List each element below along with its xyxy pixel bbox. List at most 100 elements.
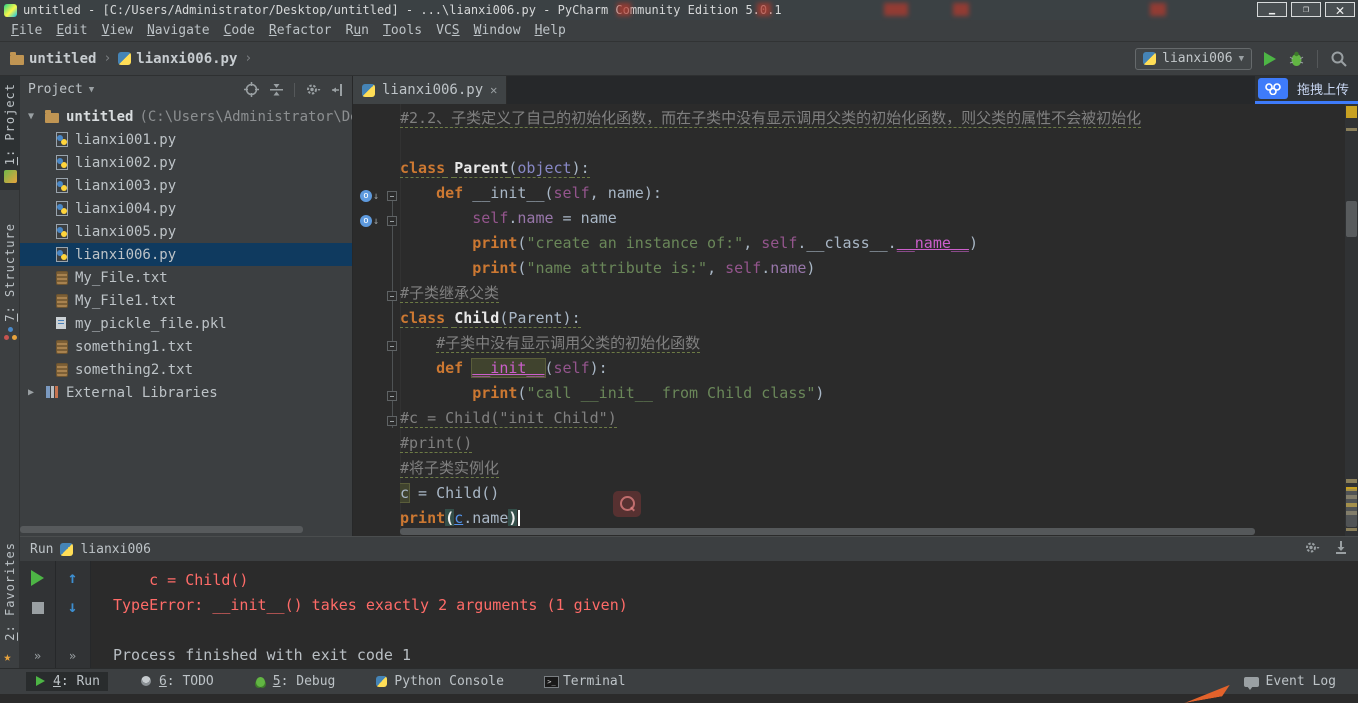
expand-arrow-icon[interactable]: ▼ (28, 111, 39, 122)
code-token[interactable]: print (472, 259, 517, 277)
toolwindow-button[interactable]: 4: Run (26, 672, 108, 691)
stop-button[interactable] (31, 602, 44, 614)
up-stack-trace-icon[interactable]: ↑ (68, 570, 78, 586)
code-token[interactable]: ): (590, 359, 608, 377)
menu-item[interactable]: Run (339, 22, 376, 39)
collapse-arrow-icon[interactable]: ▶ (28, 387, 39, 398)
run-process-name[interactable]: lianxi006 (80, 542, 150, 557)
stripe-mark[interactable] (1346, 479, 1357, 483)
project-panel-title[interactable]: Project (28, 82, 83, 97)
project-root-row[interactable]: ▼ untitled (C:\Users\Administrator\De (20, 105, 352, 128)
rerun-button[interactable] (31, 570, 44, 586)
editor-tab[interactable]: lianxi006.py ✕ (353, 76, 508, 104)
code-token[interactable]: def (436, 184, 463, 202)
more-actions-icon[interactable]: » (69, 649, 76, 663)
code-token[interactable]: class (400, 159, 446, 178)
console-output[interactable]: c = Child() TypeError: __init__() takes … (90, 561, 1358, 668)
more-actions-icon[interactable]: » (34, 649, 41, 663)
code-token[interactable]: self (725, 259, 761, 277)
code-token[interactable]: #c = Child("init Child") (400, 409, 617, 428)
code-token[interactable] (400, 359, 436, 377)
code-line[interactable]: print("name attribute is:", self.name) (400, 256, 1345, 281)
code-area[interactable]: #2.2、子类定义了自己的初始化函数，而在子类中没有显示调用父类的初始化函数，则… (400, 104, 1345, 526)
menu-item[interactable]: Navigate (140, 22, 217, 39)
code-token[interactable]: , name): (590, 184, 662, 202)
code-token[interactable]: , (707, 259, 725, 277)
code-token[interactable]: ) (815, 384, 824, 402)
code-token[interactable]: __init__( (463, 184, 553, 202)
locate-file-icon[interactable] (244, 82, 259, 97)
editor-horizontal-scrollbar[interactable] (400, 528, 1255, 535)
code-token[interactable]: ( (545, 359, 554, 377)
code-token[interactable]: = name (554, 209, 617, 227)
code-line[interactable]: c = Child() (400, 481, 1345, 506)
toolwindow-button[interactable]: Python Console (367, 672, 512, 691)
project-file-row[interactable]: lianxi001.py (20, 128, 352, 151)
code-token[interactable]: #子类继承父类 (400, 284, 500, 303)
code-token[interactable]: ) (969, 234, 978, 252)
code-token[interactable]: "create an instance of:" (526, 234, 743, 252)
code-token[interactable]: .name (463, 509, 508, 526)
code-line[interactable]: #print() (400, 431, 1345, 456)
menu-item[interactable]: Window (467, 22, 528, 39)
down-stack-trace-icon[interactable]: ↓ (68, 599, 78, 615)
code-token[interactable]: ): (571, 159, 590, 178)
code-line[interactable]: def __init__(self): (400, 356, 1345, 381)
code-token[interactable]: name (770, 259, 806, 277)
code-token[interactable]: self (761, 234, 797, 252)
project-file-row[interactable]: lianxi004.py (20, 197, 352, 220)
code-token[interactable]: c (400, 484, 410, 502)
menu-item[interactable]: Code (217, 22, 262, 39)
code-line[interactable]: class Parent(object): (400, 156, 1345, 181)
project-file-row[interactable]: my_pickle_file.pkl (20, 312, 352, 335)
close-button[interactable]: ✕ (1325, 2, 1355, 17)
code-token[interactable]: ( (445, 509, 455, 526)
code-token[interactable]: ) (806, 259, 815, 277)
code-token[interactable]: object (517, 159, 572, 178)
code-line[interactable]: self.name = name (400, 206, 1345, 231)
run-button[interactable] (1264, 51, 1276, 66)
code-line[interactable]: print("create an instance of:", self.__c… (400, 231, 1345, 256)
code-token[interactable]: __name__ (897, 234, 969, 252)
run-tab-label[interactable]: Run (30, 542, 53, 557)
toolwindow-button[interactable]: 6: TODO (132, 672, 222, 691)
event-log-button[interactable]: Event Log (1243, 674, 1336, 690)
code-token[interactable]: = Child() (409, 484, 499, 502)
collapse-all-icon[interactable] (269, 82, 284, 97)
fold-marker[interactable] (387, 191, 397, 201)
code-line[interactable]: #c = Child("init Child") (400, 406, 1345, 431)
project-file-row[interactable]: lianxi002.py (20, 151, 352, 174)
code-line[interactable]: print(c.name) (400, 506, 1345, 526)
code-token[interactable]: def (436, 359, 463, 377)
fold-marker[interactable] (387, 216, 397, 226)
menu-item[interactable]: Refactor (262, 22, 339, 39)
code-token[interactable]: #将子类实例化 (400, 459, 500, 478)
code-token[interactable]: print (400, 509, 445, 526)
code-token[interactable] (400, 234, 472, 252)
search-everywhere-icon[interactable] (1330, 50, 1348, 68)
override-marker-icon[interactable]: o ↓ (360, 215, 379, 227)
settings-gear-icon[interactable] (1304, 540, 1320, 559)
code-line[interactable]: #2.2、子类定义了自己的初始化函数，而在子类中没有显示调用父类的初始化函数，则… (400, 106, 1345, 131)
fold-marker[interactable] (387, 341, 397, 351)
project-file-row[interactable]: lianxi003.py (20, 174, 352, 197)
code-token[interactable]: . (761, 259, 770, 277)
code-line[interactable] (400, 131, 1345, 156)
code-token[interactable]: Parent (454, 159, 509, 178)
toolwindow-button[interactable]: 2: Favorites (0, 535, 20, 666)
code-token[interactable]: c (454, 509, 463, 526)
toolwindow-button[interactable]: 5: Debug (246, 672, 344, 691)
code-token[interactable]: ) (508, 509, 518, 526)
project-file-row[interactable]: My_File.txt (20, 266, 352, 289)
code-line[interactable]: class Child(Parent): (400, 306, 1345, 331)
menu-item[interactable]: Tools (376, 22, 429, 39)
code-token[interactable]: .__class__. (797, 234, 896, 252)
code-token[interactable] (400, 384, 472, 402)
code-token[interactable]: #print() (400, 434, 473, 453)
code-token[interactable]: #子类中没有显示调用父类的初始化函数 (436, 334, 701, 353)
code-token[interactable]: #2.2、子类定义了自己的初始化函数，而在子类中没有显示调用父类的初始化函数，则… (400, 109, 1142, 128)
project-file-row[interactable]: something2.txt (20, 358, 352, 381)
menu-item[interactable]: VCS (429, 22, 466, 39)
settings-gear-icon[interactable] (305, 82, 321, 97)
fold-marker[interactable] (387, 391, 397, 401)
